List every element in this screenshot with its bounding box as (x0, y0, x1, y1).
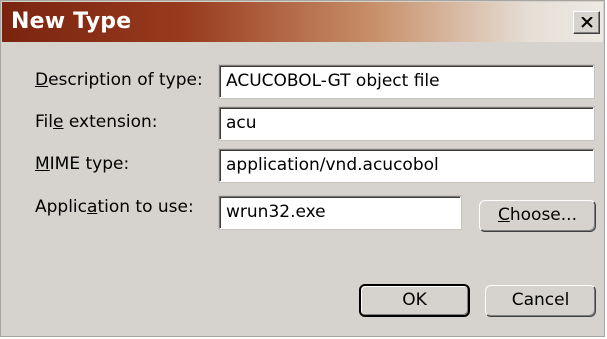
mime-type-field[interactable]: application/vnd.acucobol (218, 148, 595, 183)
mime-type-label: MIME type: (35, 154, 130, 174)
close-icon (581, 17, 593, 28)
application-label: Application to use: (35, 197, 194, 217)
cancel-button[interactable]: Cancel (485, 285, 596, 317)
description-field[interactable]: ACUCOBOL-GT object file (218, 64, 595, 99)
application-field[interactable]: wrun32.exe (218, 195, 462, 230)
file-extension-field[interactable]: acu (218, 106, 595, 141)
title-bar: New Type (2, 2, 603, 42)
ok-button[interactable]: OK (359, 284, 470, 317)
close-button[interactable] (573, 11, 600, 34)
new-type-dialog: New Type Description of type: ACUCOBOL-G… (0, 0, 605, 337)
file-extension-label: File extension: (35, 112, 158, 132)
dialog-title: New Type (11, 9, 132, 34)
choose-button[interactable]: Choose... (479, 200, 596, 232)
description-label: Description of type: (35, 70, 203, 90)
